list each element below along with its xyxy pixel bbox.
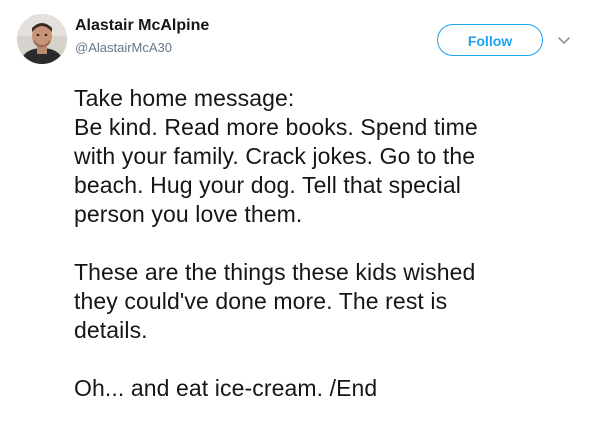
paragraph-break bbox=[74, 229, 594, 258]
tweet-line: with your family. Crack jokes. Go to the bbox=[74, 143, 476, 169]
author-name[interactable]: Alastair McAlpine bbox=[75, 17, 209, 35]
paragraph-break bbox=[74, 345, 594, 374]
tweet-text: Take home message: Be kind. Read more bo… bbox=[74, 84, 594, 403]
tweet-line: person you love them. bbox=[74, 201, 303, 227]
tweet-line: beach. Hug your dog. Tell that special bbox=[74, 172, 461, 198]
tweet-line: These are the things these kids wished bbox=[74, 259, 476, 285]
tweet-line: details. bbox=[74, 317, 148, 343]
tweet-card: Alastair McAlpine @AlastairMcA30 Follow … bbox=[0, 0, 601, 438]
tweet-line: Be kind. Read more books. Spend time bbox=[74, 114, 478, 140]
chevron-down-icon[interactable] bbox=[556, 32, 572, 48]
avatar-photo bbox=[17, 14, 67, 64]
tweet-line: Oh... and eat ice-cream. /End bbox=[74, 375, 378, 401]
tweet-line: they could've done more. The rest is bbox=[74, 288, 448, 314]
avatar[interactable] bbox=[17, 14, 67, 64]
author-handle[interactable]: @AlastairMcA30 bbox=[75, 40, 172, 55]
follow-button[interactable]: Follow bbox=[437, 24, 543, 56]
tweet-line: Take home message: bbox=[74, 85, 295, 111]
